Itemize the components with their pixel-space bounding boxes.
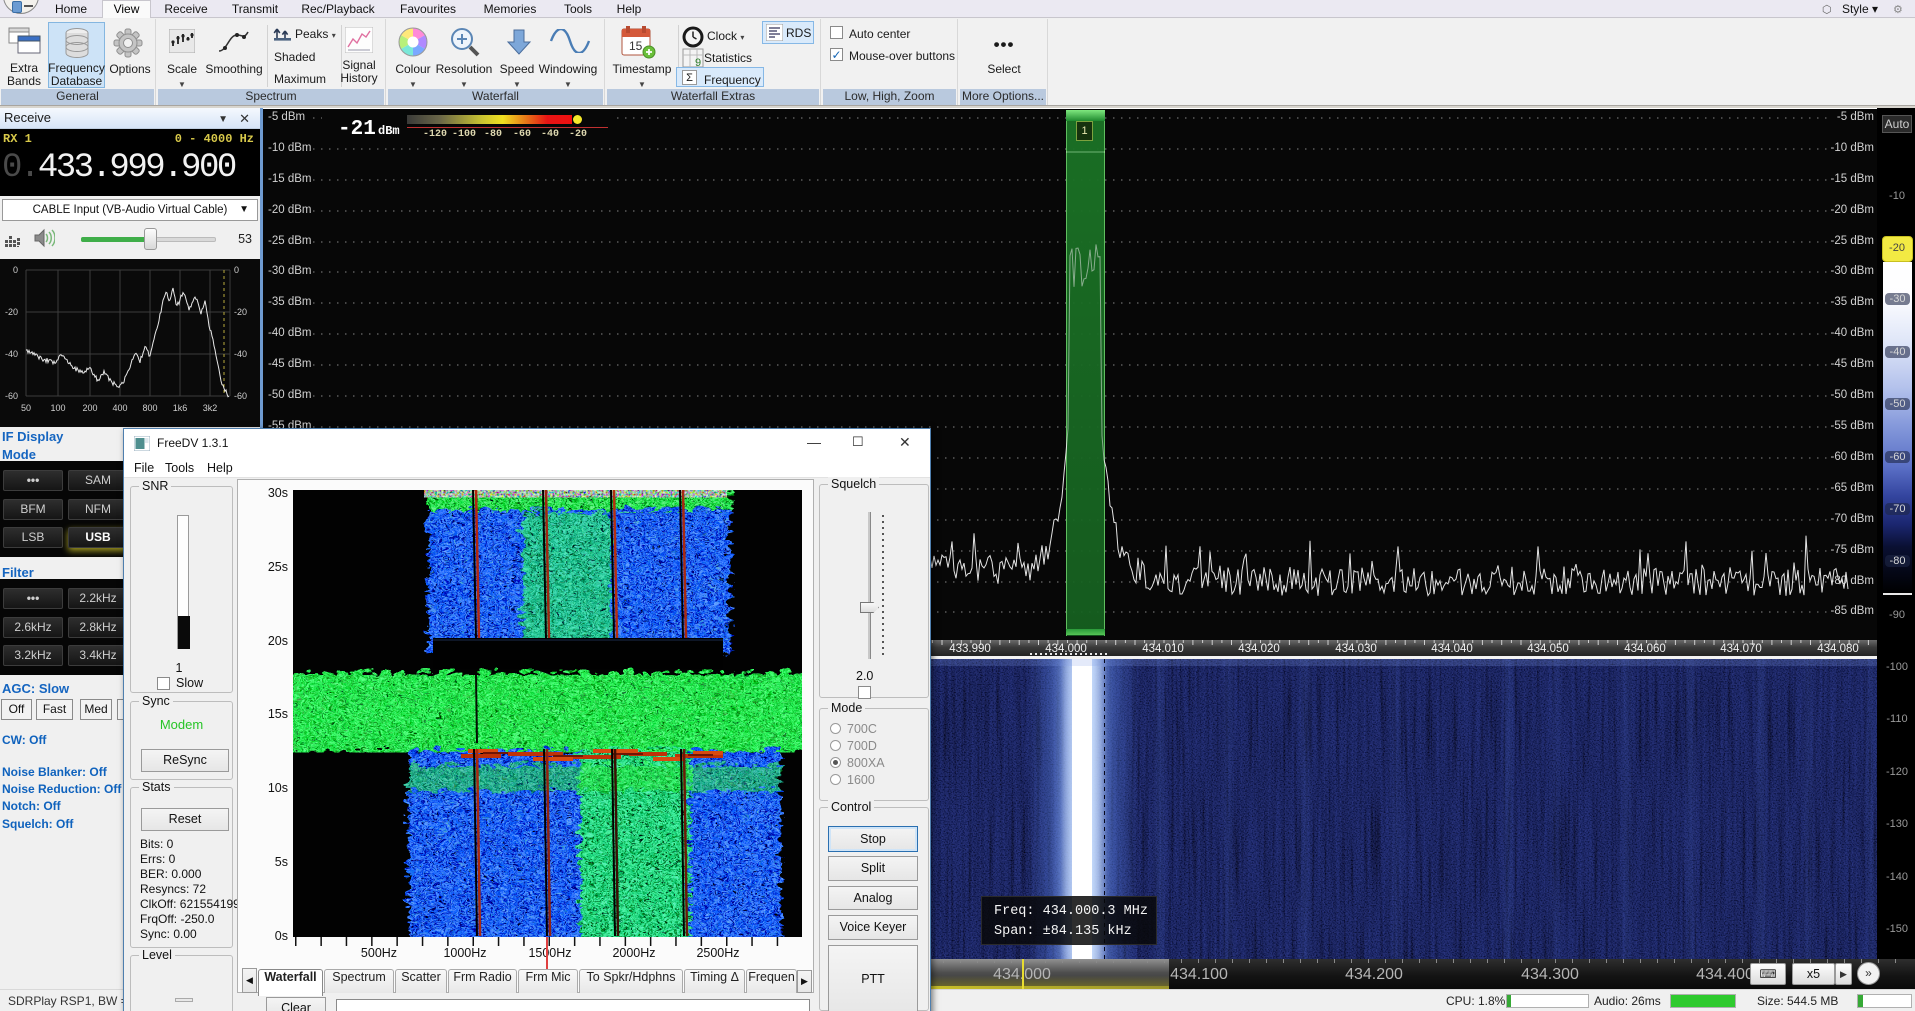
svg-text:3k2: 3k2	[203, 403, 218, 413]
svg-text:-60: -60	[5, 391, 18, 401]
svg-text:800: 800	[142, 403, 157, 413]
svg-text:0: 0	[13, 265, 18, 275]
svg-text:400: 400	[112, 403, 127, 413]
svg-text:-60: -60	[234, 391, 247, 401]
svg-text:-20: -20	[5, 307, 18, 317]
svg-text:0: 0	[234, 265, 239, 275]
svg-text:100: 100	[50, 403, 65, 413]
svg-text:15: 15	[629, 39, 643, 53]
svg-text:-20: -20	[234, 307, 247, 317]
svg-text:-40: -40	[234, 349, 247, 359]
svg-text:-40: -40	[5, 349, 18, 359]
svg-text:1k6: 1k6	[173, 403, 188, 413]
svg-text:50: 50	[21, 403, 31, 413]
svg-text:200: 200	[82, 403, 97, 413]
